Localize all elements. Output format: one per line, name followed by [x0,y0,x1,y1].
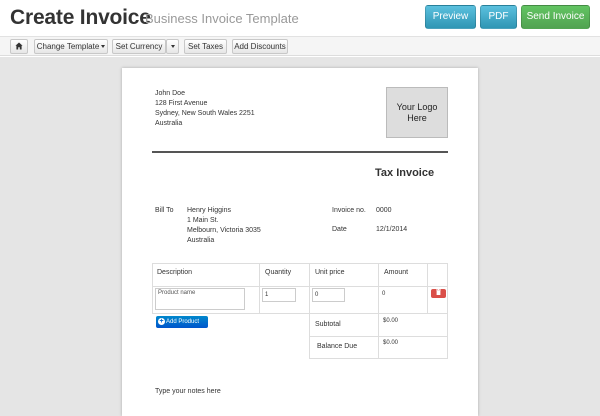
recipient-country[interactable]: Australia [187,236,214,245]
chevron-down-icon [170,45,175,49]
trash-icon [436,288,441,295]
product-name-placeholder: Product name [158,290,196,296]
currency-dropdown-toggle[interactable] [166,39,179,54]
add-product-label: Add Product [166,319,200,325]
toolbar: Change Template Set Currency Set Taxes A… [0,37,600,56]
set-currency-label: Set Currency [115,42,163,51]
unit-price-header: Unit price [315,269,345,276]
invoice-title[interactable]: Tax Invoice [375,167,434,179]
amount-header: Amount [384,269,409,276]
pdf-button[interactable]: PDF [480,5,517,29]
totals-divider [309,336,448,337]
table-border-right [447,263,448,359]
quantity-value: 1 [265,292,269,298]
change-template-button[interactable]: Change Template [34,39,108,54]
description-header: Description [157,269,193,276]
table-col-divider [259,263,260,313]
table-row-divider [152,313,448,314]
page-title: Create Invoice [10,6,151,29]
set-taxes-button[interactable]: Set Taxes [184,39,227,54]
sender-address-line2[interactable]: Sydney, New South Wales 2251 [155,109,255,118]
add-product-button[interactable]: + Add Product [156,316,208,328]
unit-price-input[interactable]: 0 [312,288,345,302]
set-currency-button[interactable]: Set Currency [112,39,166,54]
change-template-label: Change Template [36,42,100,51]
table-col-divider [378,263,379,359]
sender-country[interactable]: Australia [155,119,182,128]
table-border-left [152,263,153,313]
home-button[interactable] [10,39,28,54]
table-col-divider [309,263,310,359]
table-header-divider [152,286,448,287]
table-col-divider [427,263,428,313]
plus-circle-icon: + [158,318,165,325]
quantity-header: Quantity [265,269,292,276]
delete-row-button[interactable] [431,288,446,298]
sender-address-line1[interactable]: 128 First Avenue [155,99,207,108]
home-icon [15,42,23,50]
recipient-address-line1[interactable]: 1 Main St. [187,216,219,225]
amount-value: 0 [382,291,386,297]
totals-border-bottom [309,358,448,359]
page-subtitle: Business Invoice Template [145,11,299,26]
sender-name[interactable]: John Doe [155,89,185,98]
app-header: Create Invoice Business Invoice Template… [0,0,600,37]
notes-field[interactable]: Type your notes here [155,387,221,396]
invoice-number-label: Invoice no. [332,207,366,214]
balance-due-label: Balance Due [317,343,358,350]
product-name-input[interactable]: Product name [155,288,245,310]
chevron-down-icon [101,45,106,49]
subtotal-value: $0.00 [383,318,399,324]
send-invoice-button[interactable]: Send Invoice [521,5,590,29]
bill-to-label: Bill To [155,207,174,214]
preview-button[interactable]: Preview [425,5,476,29]
add-discounts-button[interactable]: Add Discounts [232,39,288,54]
set-taxes-label: Set Taxes [188,42,223,51]
recipient-address-line2[interactable]: Melbourn, Victoria 3035 [187,226,261,235]
unit-price-value: 0 [315,292,319,298]
logo-placeholder[interactable]: Your Logo Here [386,87,448,138]
balance-due-value: $0.00 [383,340,399,346]
subtotal-label: Subtotal [315,321,341,328]
logo-placeholder-text: Your Logo Here [396,101,438,123]
invoice-date-label: Date [332,226,347,233]
recipient-name[interactable]: Henry Higgins [187,206,231,215]
invoice-number-value[interactable]: 0000 [376,206,392,215]
add-discounts-label: Add Discounts [234,42,286,51]
quantity-input[interactable]: 1 [262,288,296,302]
table-border-top [152,263,448,264]
invoice-date-value[interactable]: 12/1/2014 [376,225,407,234]
header-divider [152,151,448,153]
